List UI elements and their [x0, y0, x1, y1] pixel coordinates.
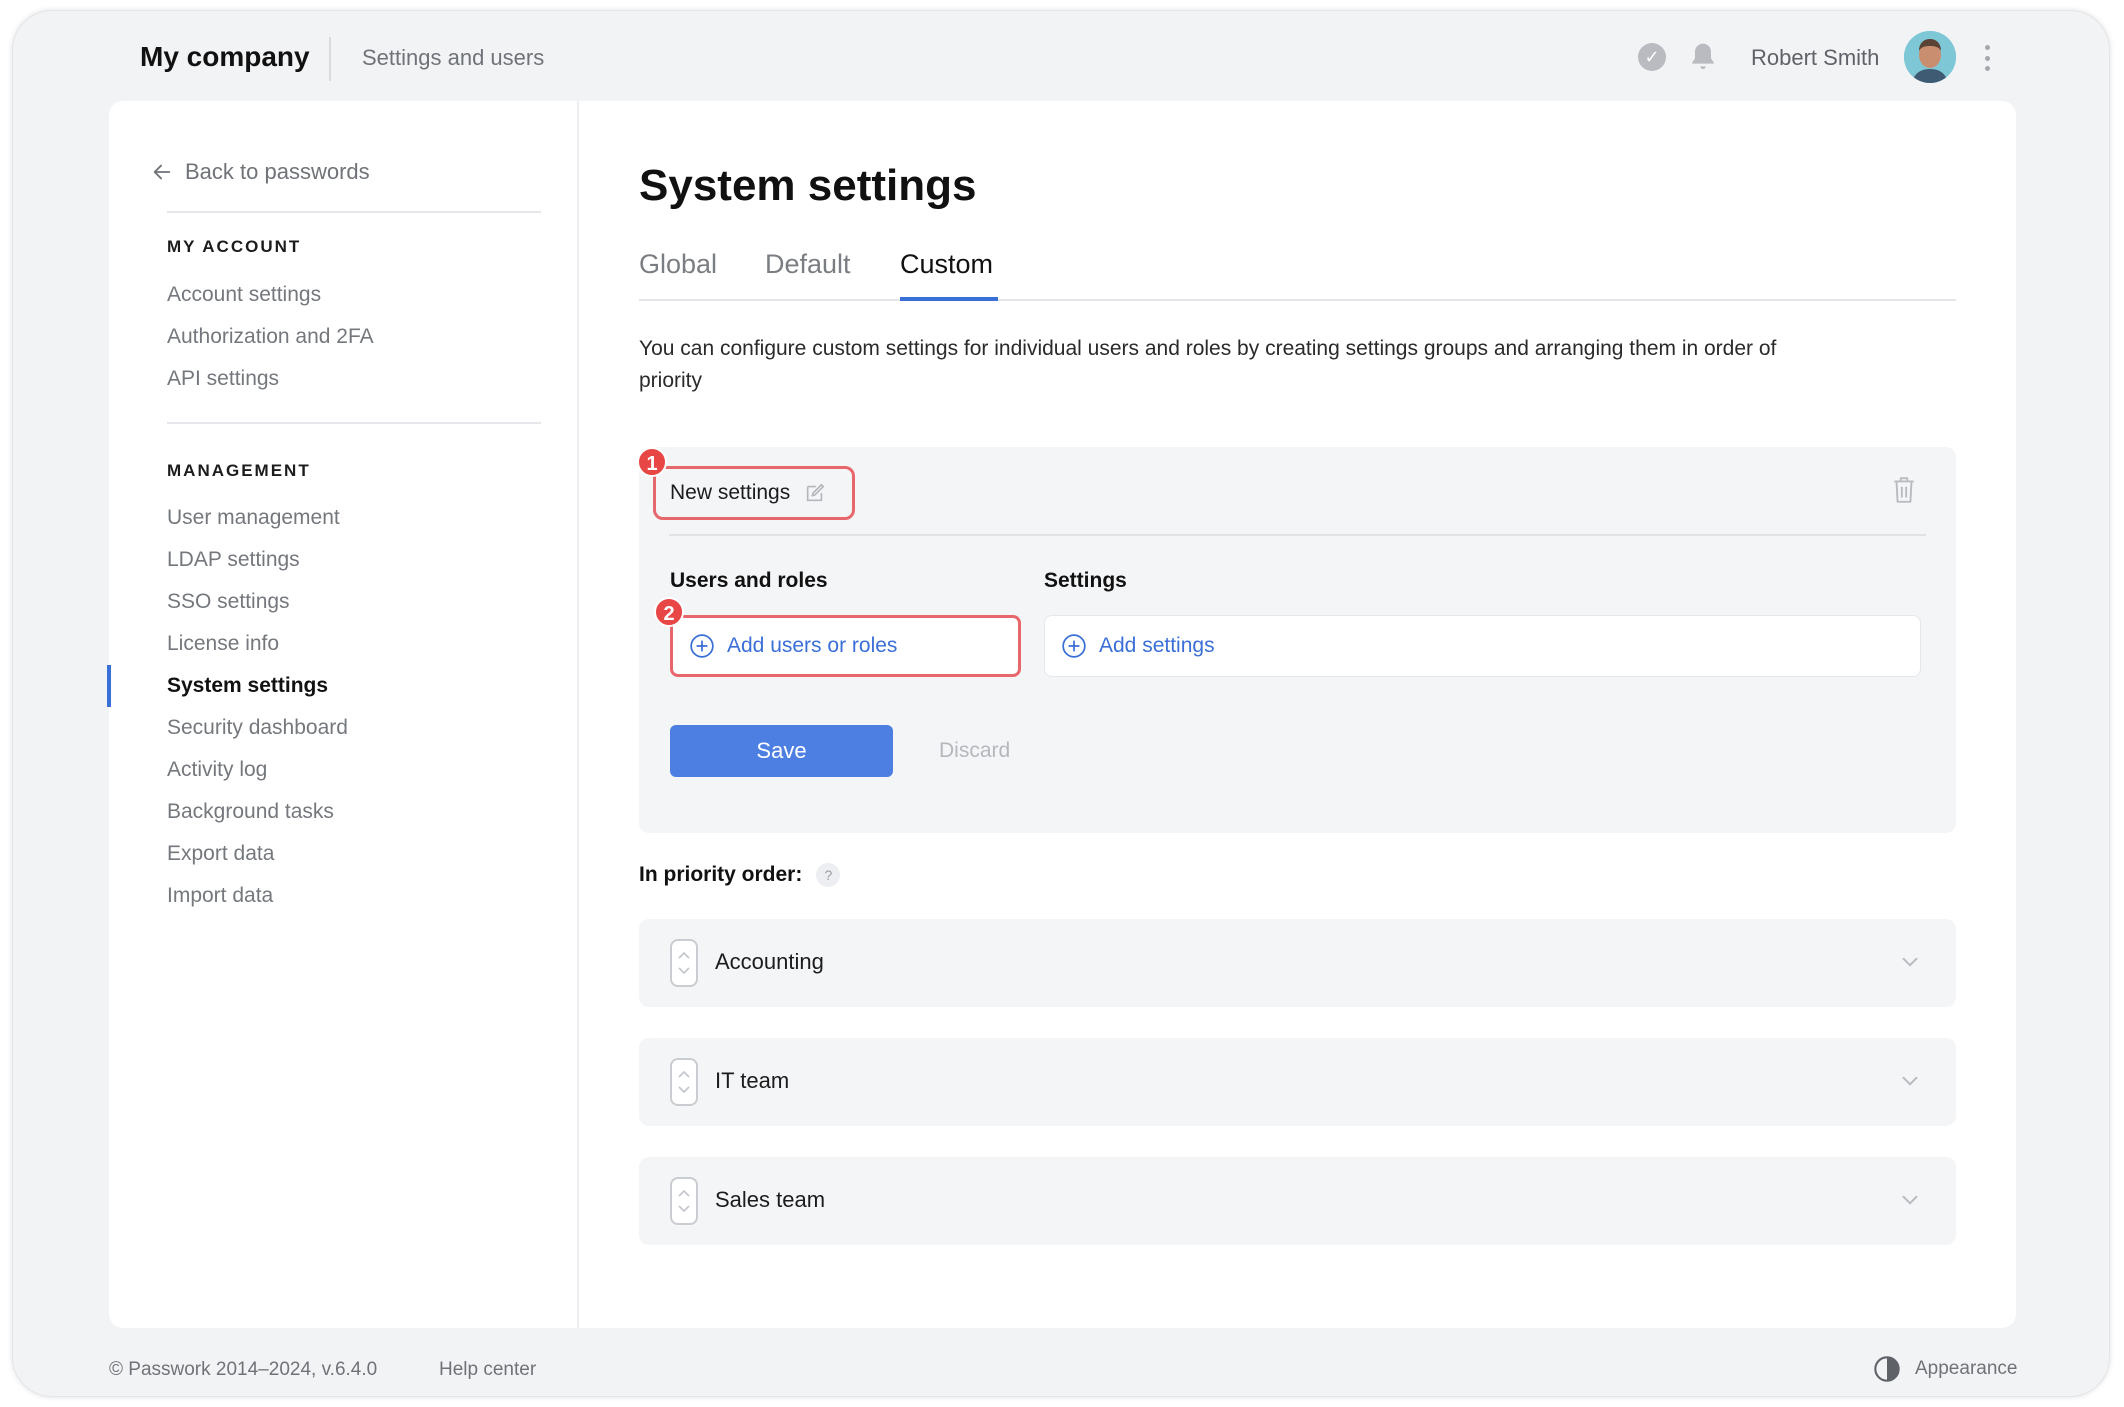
- add-settings-button[interactable]: Add settings: [1044, 615, 1921, 677]
- appearance-label: Appearance: [1915, 1358, 2018, 1379]
- step-badge-2: 2: [654, 597, 684, 627]
- divider: [167, 211, 541, 213]
- divider: [669, 534, 1926, 536]
- step-badge-1: 1: [637, 447, 667, 477]
- priority-group-it-team[interactable]: IT team: [639, 1038, 1956, 1126]
- back-to-passwords-link[interactable]: Back to passwords: [151, 159, 370, 185]
- add-users-or-roles-button[interactable]: Add users or roles: [670, 615, 1021, 677]
- sidebar-item-license-info[interactable]: License info: [167, 632, 279, 656]
- company-name[interactable]: My company: [140, 41, 310, 73]
- sidebar: Back to passwords MY ACCOUNT Account set…: [107, 101, 579, 1328]
- priority-order-label: In priority order: ?: [639, 863, 841, 887]
- sidebar-item-sso-settings[interactable]: SSO settings: [167, 590, 290, 614]
- app-window: My company Settings and users ✓ Robert S…: [12, 10, 2110, 1397]
- help-center-link[interactable]: Help center: [439, 1359, 536, 1381]
- appearance-button[interactable]: Appearance: [1873, 1355, 2017, 1383]
- plus-circle-icon: [690, 634, 714, 658]
- chevron-down-icon[interactable]: [1897, 1068, 1923, 1094]
- drag-handle-icon[interactable]: [670, 939, 698, 987]
- check-circle-icon[interactable]: ✓: [1638, 43, 1666, 71]
- drag-handle-icon[interactable]: [670, 1177, 698, 1225]
- user-name[interactable]: Robert Smith: [1751, 45, 1879, 71]
- chevron-down-icon[interactable]: [1897, 949, 1923, 975]
- kebab-menu-icon[interactable]: [1983, 45, 1991, 71]
- divider: [167, 422, 541, 424]
- drag-handle-icon[interactable]: [670, 1058, 698, 1106]
- my-account-heading: MY ACCOUNT: [167, 237, 302, 256]
- contrast-icon: [1874, 1356, 1900, 1382]
- back-label: Back to passwords: [185, 159, 370, 184]
- sidebar-item-export-data[interactable]: Export data: [167, 842, 274, 866]
- group-name-field[interactable]: New settings: [653, 466, 855, 520]
- content-card: Back to passwords MY ACCOUNT Account set…: [107, 101, 2016, 1328]
- header-divider: [329, 37, 331, 81]
- add-users-label: Add users or roles: [727, 634, 898, 657]
- arrow-left-icon: [153, 164, 171, 180]
- tab-default[interactable]: Default: [765, 249, 851, 280]
- priority-group-accounting[interactable]: Accounting: [639, 919, 1956, 1007]
- sidebar-item-ldap-settings[interactable]: LDAP settings: [167, 548, 300, 572]
- sidebar-item-user-management[interactable]: User management: [167, 506, 340, 530]
- group-name-text: New settings: [670, 481, 791, 504]
- management-heading: MANAGEMENT: [167, 461, 311, 480]
- main-panel: System settings Global Default Custom Yo…: [579, 101, 2016, 1328]
- sidebar-item-system-settings[interactable]: System settings: [167, 674, 328, 698]
- tab-global[interactable]: Global: [639, 249, 717, 280]
- sidebar-item-api-settings[interactable]: API settings: [167, 367, 279, 391]
- sidebar-item-import-data[interactable]: Import data: [167, 884, 273, 908]
- breadcrumb[interactable]: Settings and users: [362, 45, 544, 71]
- chevron-down-icon[interactable]: [1897, 1187, 1923, 1213]
- save-button[interactable]: Save: [670, 725, 893, 777]
- group-name: Accounting: [715, 949, 824, 974]
- sidebar-item-authorization-2fa[interactable]: Authorization and 2FA: [167, 325, 374, 349]
- page-title: System settings: [639, 161, 977, 210]
- active-tab-underline: [900, 297, 998, 301]
- bell-icon[interactable]: [1687, 41, 1719, 73]
- users-and-roles-label: Users and roles: [670, 569, 828, 592]
- tab-custom[interactable]: Custom: [900, 249, 993, 280]
- help-icon[interactable]: ?: [816, 863, 841, 887]
- plus-circle-icon: [1062, 634, 1086, 658]
- active-item-marker: [107, 665, 111, 707]
- top-bar: My company Settings and users ✓ Robert S…: [13, 11, 2109, 111]
- add-settings-label: Add settings: [1099, 634, 1215, 657]
- settings-label: Settings: [1044, 569, 1127, 592]
- sidebar-item-background-tasks[interactable]: Background tasks: [167, 800, 334, 824]
- group-name: IT team: [715, 1068, 790, 1093]
- sidebar-item-activity-log[interactable]: Activity log: [167, 758, 267, 782]
- settings-tabs: Global Default Custom: [639, 249, 1956, 301]
- priority-group-sales-team[interactable]: Sales team: [639, 1157, 1956, 1245]
- copyright: © Passwork 2014–2024, v.6.4.0: [109, 1359, 378, 1380]
- sidebar-item-security-dashboard[interactable]: Security dashboard: [167, 716, 348, 740]
- custom-settings-description: You can configure custom settings for in…: [639, 337, 1777, 392]
- discard-button[interactable]: Discard: [939, 739, 1010, 763]
- priority-order-text: In priority order:: [639, 863, 803, 886]
- group-name: Sales team: [715, 1187, 826, 1212]
- edit-icon[interactable]: [804, 482, 826, 504]
- settings-group-editor: New settings 1 Users and roles Settings: [637, 447, 1956, 833]
- sidebar-item-account-settings[interactable]: Account settings: [167, 283, 321, 307]
- avatar[interactable]: [1904, 31, 1956, 83]
- trash-icon[interactable]: [1891, 475, 1917, 505]
